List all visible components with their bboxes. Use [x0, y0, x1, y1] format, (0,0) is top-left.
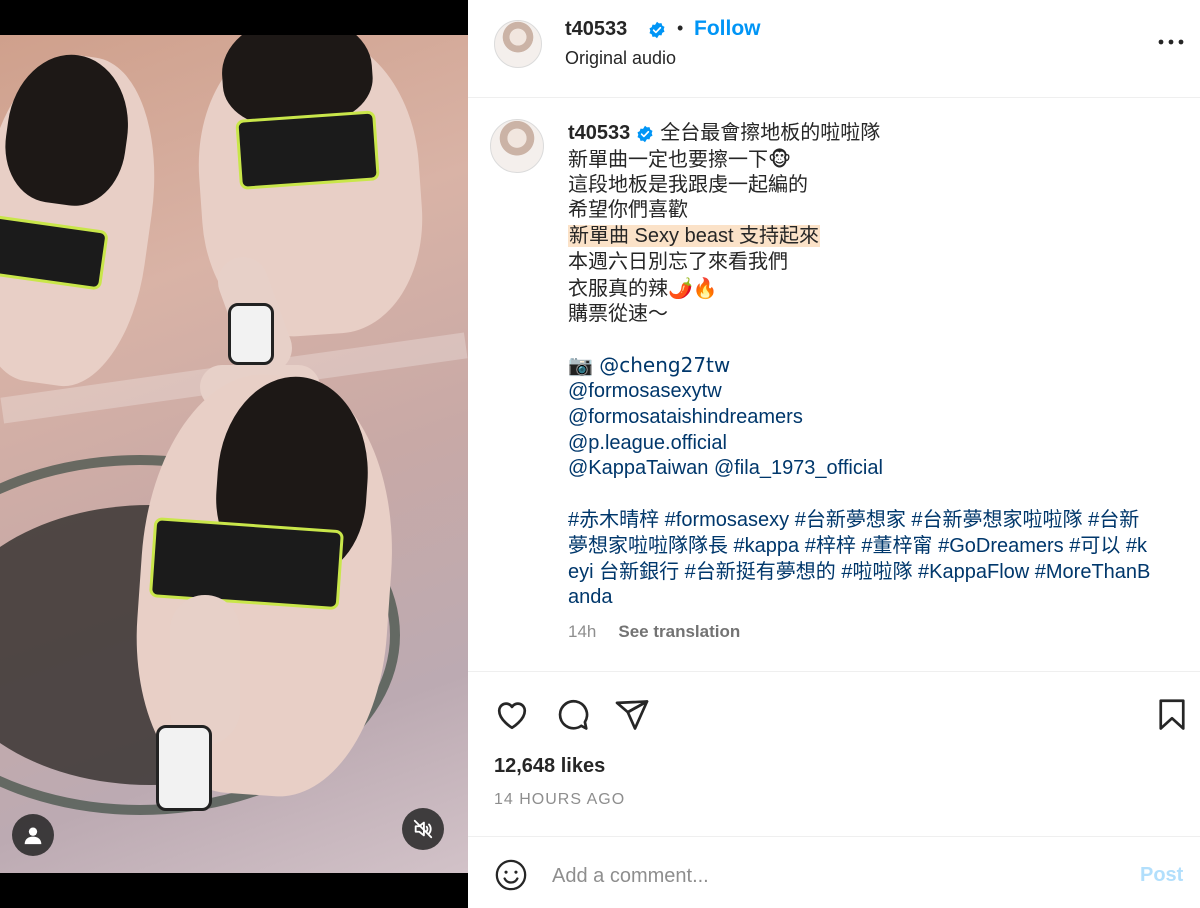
post-timestamp[interactable]: 14 HOURS AGO	[494, 791, 625, 809]
dancer-shoe	[228, 303, 274, 365]
mention-link[interactable]: @p.league.official	[568, 431, 1168, 457]
dancer-hair	[0, 46, 138, 213]
post-age: 14h	[568, 622, 597, 642]
speaker-muted-icon	[413, 819, 433, 839]
more-options-icon[interactable]	[1156, 30, 1186, 54]
caption-line: 這段地板是我跟虔一起編的	[568, 173, 808, 196]
caption-line: 本週六日別忘了來看我們	[568, 250, 788, 273]
post-header: t40533 • Follow Original audio	[468, 0, 1200, 98]
dancer-leg	[170, 595, 240, 745]
caption-line: 全台最會擦地板的啦啦隊	[660, 122, 881, 144]
separator-dot: •	[677, 18, 684, 38]
verified-badge-icon	[649, 21, 665, 39]
mention-link[interactable]: 📷 @cheng27tw	[568, 353, 1168, 379]
dancer-top	[235, 110, 380, 190]
dancer-top	[148, 517, 345, 611]
avatar[interactable]	[490, 119, 544, 173]
mention-link[interactable]: @formosataishindreamers	[568, 405, 1168, 431]
caption-line: 購票從速～	[568, 302, 668, 325]
bookmark-icon[interactable]	[1154, 697, 1190, 733]
audio-link[interactable]: Original audio	[565, 48, 676, 69]
caption-author[interactable]: t40533	[568, 121, 630, 147]
caption-line-highlighted: 新單曲 Sexy beast 支持起來	[568, 225, 821, 248]
media-pane[interactable]	[0, 0, 468, 908]
likes-count[interactable]: 12,648 likes	[494, 755, 605, 778]
paper-plane-icon[interactable]	[614, 697, 650, 733]
avatar[interactable]	[494, 20, 542, 68]
see-translation-button[interactable]: See translation	[618, 619, 740, 645]
post-comment-button[interactable]: Post	[1140, 864, 1183, 887]
author-username[interactable]: t40533	[565, 18, 627, 41]
dancer-top	[0, 214, 109, 291]
mute-button[interactable]	[402, 808, 444, 850]
mention-link[interactable]: @formosasexytw	[568, 379, 1168, 405]
video-frame[interactable]	[0, 35, 468, 873]
hashtag-list[interactable]: #赤木晴梓 #formosasexy #台新夢想家 #台新夢想家啦啦隊 #台新夢…	[568, 508, 1158, 611]
caption-meta: 14h See translation	[568, 619, 1168, 645]
heart-icon[interactable]	[494, 697, 530, 733]
action-bar: 12,648 likes 14 HOURS AGO	[468, 673, 1200, 837]
caption-line: 新單曲一定也要擦一下🐵	[568, 146, 792, 171]
caption-line: 衣服真的辣🌶️🔥	[568, 275, 718, 300]
follow-button[interactable]: Follow	[694, 17, 761, 41]
person-icon	[24, 827, 42, 845]
post-side-panel: t40533 • Follow Original audio t40533 全台…	[468, 0, 1200, 908]
mention-link[interactable]: @KappaTaiwan @fila_1973_official	[568, 456, 1168, 482]
caption-text: t40533 全台最會擦地板的啦啦隊 新單曲一定也要擦一下🐵 這段地板是我跟虔一…	[568, 121, 1168, 645]
caption-section: t40533 全台最會擦地板的啦啦隊 新單曲一定也要擦一下🐵 這段地板是我跟虔一…	[468, 99, 1200, 672]
verified-badge	[648, 21, 666, 42]
comment-bar: Post	[468, 838, 1200, 908]
comment-bubble-icon[interactable]	[554, 697, 590, 733]
user-tags-button[interactable]	[12, 814, 54, 856]
verified-badge-icon	[637, 125, 653, 143]
caption-line: 希望你們喜歡	[568, 199, 688, 222]
dancer-shoe	[156, 725, 212, 811]
comment-input[interactable]	[552, 860, 1112, 892]
dancer-left	[0, 44, 173, 396]
smiley-icon[interactable]	[494, 858, 528, 892]
